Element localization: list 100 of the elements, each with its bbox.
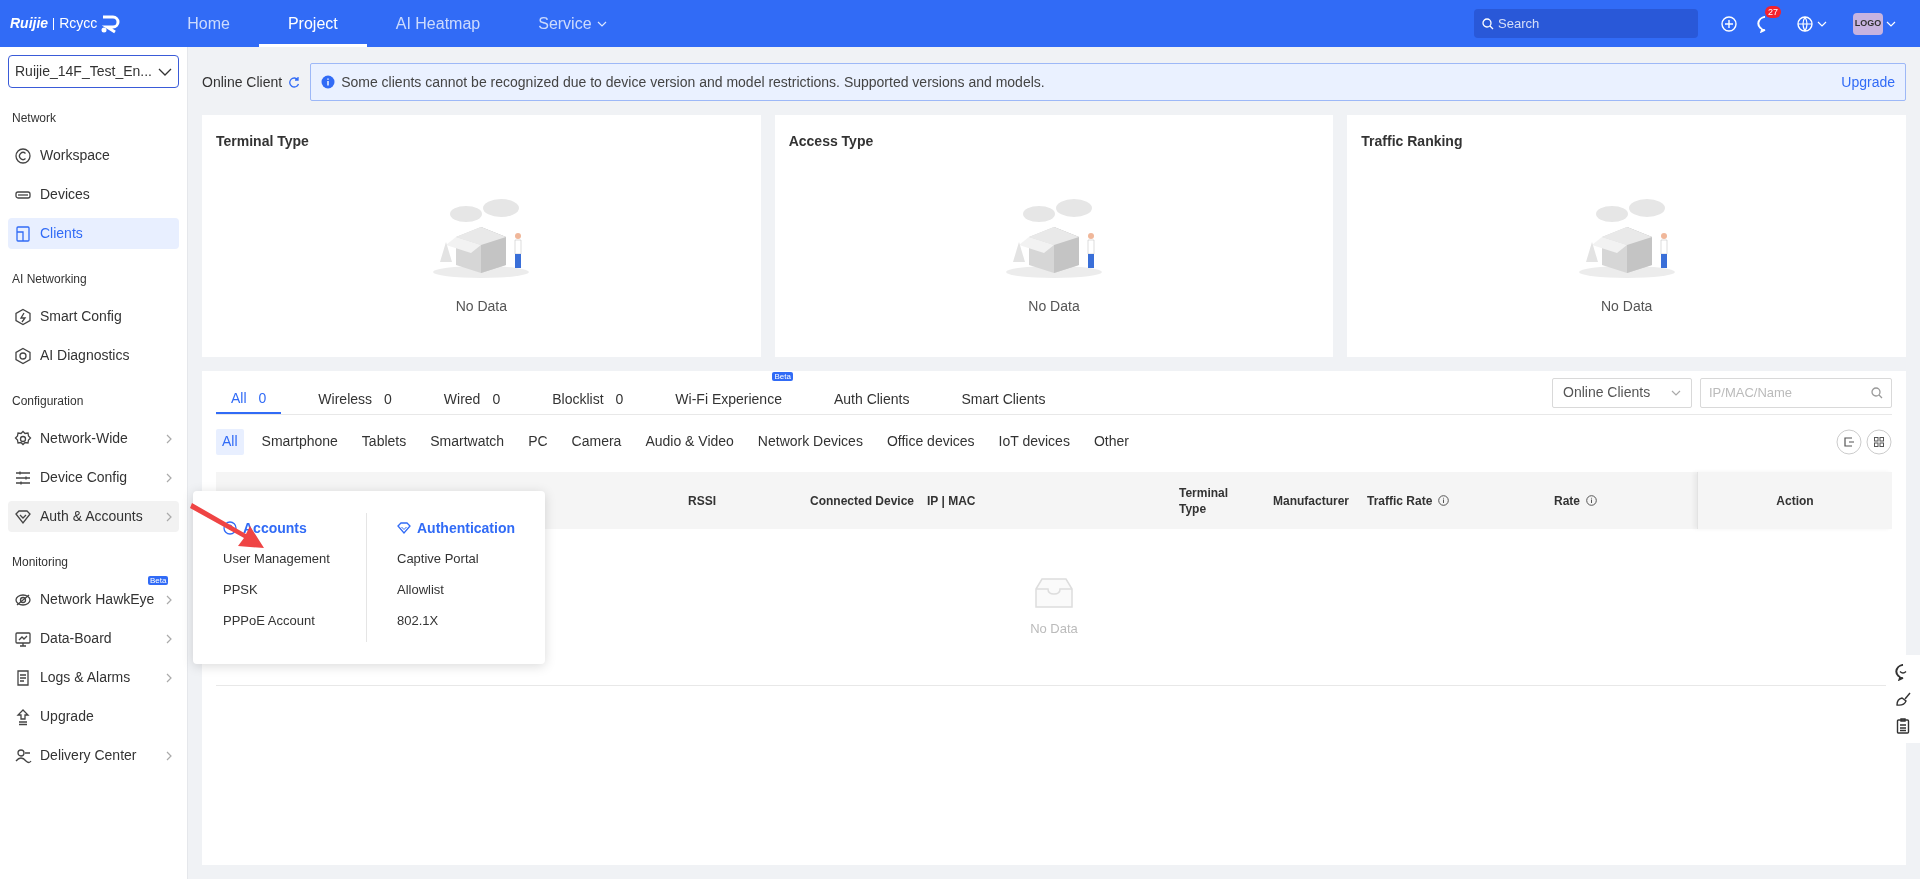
beta-badge: Beta [772, 372, 793, 381]
category-chip[interactable]: Other [1087, 428, 1135, 455]
sidebar-item[interactable]: Devices [8, 179, 179, 210]
section-label: Network [12, 110, 56, 127]
tab[interactable]: Wired 0 [428, 384, 516, 414]
page-title: Online Client [202, 72, 283, 92]
menu-item-icon [14, 224, 32, 243]
info-icon [321, 75, 336, 89]
refresh-icon[interactable] [288, 76, 301, 88]
sidebar-item[interactable]: Device Config [8, 462, 179, 493]
upgrade-link[interactable]: Upgrade [1841, 71, 1895, 93]
sidebar-item[interactable]: AI Diagnostics [8, 340, 179, 371]
project-select[interactable]: Ruijie_14F_Test_En... [8, 55, 179, 88]
clipboard-icon[interactable] [1894, 716, 1912, 735]
column-header: Traffic Rate [1367, 492, 1433, 510]
caret-icon [596, 19, 607, 28]
menu-item-icon [14, 507, 32, 526]
info-icon [1438, 495, 1450, 506]
chevron-icon [165, 511, 173, 522]
sidebar-item[interactable]: Workspace [8, 140, 179, 171]
menu-item-icon [14, 629, 32, 648]
menu-heading: Accounts [243, 518, 307, 538]
brand-name: Ruijie [10, 14, 49, 33]
menu-item-icon [14, 668, 32, 687]
chevron-icon [165, 472, 173, 483]
menu-item[interactable]: PPPoE Account [223, 605, 336, 636]
filter-select[interactable]: Online Clients [1552, 377, 1692, 408]
menu-item-icon [14, 429, 32, 448]
menu-item-icon [14, 707, 32, 726]
empty-text: No Data [1030, 620, 1078, 639]
sidebar-item[interactable]: Delivery Center [8, 740, 179, 771]
tab[interactable]: Wi-Fi Experience [660, 384, 797, 414]
tab[interactable]: Smart Clients [946, 384, 1061, 414]
menu-item[interactable]: 802.1X [397, 605, 515, 636]
avatar[interactable]: LOGO [1853, 12, 1883, 35]
tab[interactable]: Auth Clients [818, 384, 925, 414]
search-icon [1482, 18, 1494, 30]
nav-tab[interactable]: Project [258, 0, 367, 47]
tab[interactable]: Wireless 0 [303, 384, 407, 414]
globe-icon[interactable] [1796, 14, 1814, 33]
category-chip[interactable]: Smartphone [255, 428, 344, 455]
brush-icon[interactable] [1894, 690, 1912, 708]
sidebar-item[interactable]: Network-Wide [8, 423, 179, 454]
category-chip[interactable]: All [216, 428, 244, 455]
category-chip[interactable]: PC [522, 428, 554, 455]
add-icon[interactable] [1720, 14, 1738, 33]
menu-item[interactable]: User Management [223, 543, 336, 574]
sidebar-item[interactable]: Upgrade [8, 701, 179, 732]
menu-item[interactable]: Captive Portal [397, 543, 515, 574]
chevron-icon [165, 594, 173, 605]
menu-item-icon [14, 346, 32, 365]
section-label: Monitoring [12, 554, 69, 571]
empty-text: No Data [455, 297, 507, 316]
chevron-icon [165, 750, 173, 761]
column-header: Action [1776, 492, 1814, 510]
menu-item-icon [14, 307, 32, 326]
sidebar-item[interactable]: Logs & Alarms [8, 662, 179, 693]
category-chip[interactable]: Audio & Video [639, 428, 740, 455]
product-name: Rcycc [59, 14, 98, 33]
sidebar-item[interactable]: Clients [8, 218, 179, 249]
menu-item[interactable]: Allowlist [397, 574, 515, 605]
column-header: Connected Device [810, 492, 915, 510]
chevron-icon [165, 433, 173, 444]
sidebar-item[interactable]: Smart Config [8, 301, 179, 332]
section-label: AI Networking [12, 271, 87, 288]
caret-icon [1671, 388, 1681, 397]
card-title: Access Type [788, 132, 875, 151]
empty-text: No Data [1028, 297, 1080, 316]
search-field[interactable]: Search [1474, 9, 1698, 38]
notice-text: Some clients cannot be recognized due to device version and model restrictions. Supported versions and models. [341, 72, 1046, 92]
tab[interactable]: All 0 [216, 384, 282, 414]
search-field[interactable]: IP/MAC/Name [1700, 377, 1892, 408]
menu-item-icon [14, 746, 32, 765]
column-header: Manufacturer [1273, 492, 1349, 510]
category-chip[interactable]: IoT devices [992, 428, 1076, 455]
tab[interactable]: Blocklist 0 [537, 384, 639, 414]
category-chip[interactable]: Camera [565, 428, 628, 455]
columns-icon[interactable] [1866, 428, 1892, 455]
chevron-icon [165, 672, 173, 683]
category-chip[interactable]: Office devices [880, 428, 981, 455]
column-header: IP | MAC [927, 492, 976, 510]
caret-icon [1886, 19, 1896, 28]
info-icon [1586, 495, 1597, 506]
chevron-icon [165, 633, 173, 644]
menu-item[interactable]: PPSK [223, 574, 336, 605]
sidebar-item[interactable]: Auth & Accounts [8, 501, 179, 532]
card-title: Traffic Ranking [1361, 132, 1464, 151]
caret-icon [1817, 19, 1827, 28]
caret-icon [158, 66, 172, 77]
sidebar-item[interactable]: Network HawkEye [8, 584, 179, 615]
sidebar-item[interactable]: Data-Board [8, 623, 179, 654]
empty-text: No Data [1601, 297, 1653, 316]
column-header: Rate [1554, 492, 1580, 510]
category-chip[interactable]: Tablets [355, 428, 413, 455]
menu-heading: Authentication [417, 518, 515, 538]
menu-item-icon [14, 146, 32, 165]
shield-icon [397, 521, 411, 535]
notification-count: 27 [1765, 5, 1781, 18]
category-chip[interactable]: Smartwatch [424, 428, 511, 455]
category-chip[interactable]: Network Devices [751, 428, 869, 455]
